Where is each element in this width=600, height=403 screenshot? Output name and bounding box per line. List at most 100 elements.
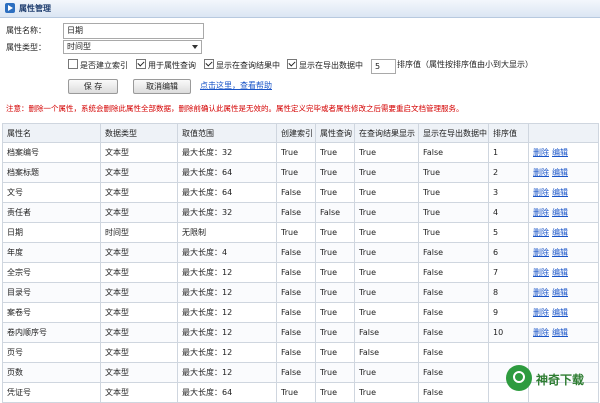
table-cell: False	[418, 342, 489, 363]
delete-link[interactable]: 删除	[533, 168, 549, 177]
table-row: 页号 文本型 最大长度：12 False True False False	[2, 342, 599, 363]
table-row: 全宗号 文本型 最大长度：12 False True True False 7 删除 编辑	[2, 262, 599, 283]
delete-link[interactable]: 删除	[533, 328, 549, 337]
edit-link[interactable]: 编辑	[552, 168, 568, 177]
table-cell: True	[354, 282, 419, 303]
table-cell: 最大长度：64	[177, 162, 277, 183]
table-cell: 文本型	[100, 322, 178, 343]
delete-link[interactable]: 删除	[533, 308, 549, 317]
table-cell: 档案编号	[2, 142, 101, 163]
edit-link[interactable]: 编辑	[552, 148, 568, 157]
help-link[interactable]: 点击这里，查看帮助	[200, 80, 272, 91]
delete-link[interactable]: 删除	[533, 188, 549, 197]
table-cell: 文本型	[100, 202, 178, 223]
table-cell: True	[315, 322, 355, 343]
delete-link[interactable]: 删除	[533, 208, 549, 217]
table-cell: 文本型	[100, 162, 178, 183]
cancel-edit-button[interactable]: 取消编辑	[133, 79, 191, 94]
edit-link[interactable]: 编辑	[552, 188, 568, 197]
table-cell: 案卷号	[2, 302, 101, 323]
column-header: 在查询结果显示	[354, 123, 419, 143]
table-cell: 3	[488, 182, 529, 203]
table-cell: 文本型	[100, 302, 178, 323]
checkbox-export[interactable]	[287, 59, 297, 69]
edit-link[interactable]: 编辑	[552, 308, 568, 317]
app-icon	[5, 3, 15, 13]
column-header: 属性名	[2, 123, 101, 143]
table-cell: 最大长度：32	[177, 142, 277, 163]
type-row: 属性类型：	[6, 41, 64, 55]
watermark-text: 神奇下载	[536, 373, 585, 387]
name-row: 属性名称：	[6, 24, 64, 38]
window-titlebar: 属性管理	[0, 0, 600, 18]
table-cell: False	[418, 242, 489, 263]
table-cell: False	[276, 182, 316, 203]
edit-link[interactable]: 编辑	[552, 248, 568, 257]
table-cell: 文本型	[100, 182, 178, 203]
table-cell: 页数	[2, 362, 101, 383]
save-button[interactable]: 保 存	[68, 79, 118, 94]
checkbox-results[interactable]	[204, 59, 214, 69]
table-row: 卷内顺序号 文本型 最大长度：12 False True False False 10 删除 编辑	[2, 322, 599, 343]
name-label: 属性名称：	[6, 26, 46, 35]
edit-link[interactable]: 编辑	[552, 288, 568, 297]
option-index[interactable]: 是否建立索引	[68, 59, 128, 71]
table-cell: True	[315, 282, 355, 303]
table-cell: 最大长度：4	[177, 242, 277, 263]
checkbox-query[interactable]	[136, 59, 146, 69]
checkbox-index[interactable]	[68, 59, 78, 69]
table-cell: True	[354, 222, 419, 243]
table-cell: False	[315, 202, 355, 223]
table-cell: True	[276, 142, 316, 163]
option-export[interactable]: 显示在导出数据中	[287, 59, 363, 71]
name-input[interactable]	[63, 23, 204, 39]
table-cell: False	[354, 342, 419, 363]
table-cell: 文本型	[100, 282, 178, 303]
type-select-value: 时间型	[67, 42, 91, 51]
option-query[interactable]: 用于属性查询	[136, 59, 196, 71]
table-cell: False	[418, 262, 489, 283]
sort-hint: 排序值（属性按排序值由小到大显示）	[397, 60, 533, 69]
row-actions: 删除 编辑	[528, 182, 599, 203]
option-export-label: 显示在导出数据中	[299, 61, 363, 70]
watermark-logo-icon	[506, 365, 532, 391]
delete-link[interactable]: 删除	[533, 148, 549, 157]
table-cell: True	[315, 142, 355, 163]
delete-link[interactable]: 删除	[533, 288, 549, 297]
table-cell: 文本型	[100, 262, 178, 283]
delete-link[interactable]: 删除	[533, 228, 549, 237]
table-cell: 9	[488, 302, 529, 323]
table-cell: 最大长度：12	[177, 342, 277, 363]
type-select[interactable]: 时间型	[63, 40, 202, 54]
edit-link[interactable]: 编辑	[552, 208, 568, 217]
table-cell: False	[418, 282, 489, 303]
table-cell: 最大长度：12	[177, 302, 277, 323]
table-cell: True	[354, 262, 419, 283]
table-cell: 最大长度：64	[177, 182, 277, 203]
row-actions: 删除 编辑	[528, 242, 599, 263]
delete-link[interactable]: 删除	[533, 248, 549, 257]
edit-link[interactable]: 编辑	[552, 268, 568, 277]
table-cell: False	[354, 322, 419, 343]
row-actions: 删除 编辑	[528, 142, 599, 163]
table-cell: 无限制	[177, 222, 277, 243]
table-cell: True	[315, 222, 355, 243]
delete-link[interactable]: 删除	[533, 268, 549, 277]
table-cell: 最大长度：12	[177, 262, 277, 283]
edit-link[interactable]: 编辑	[552, 228, 568, 237]
column-header: 创建索引	[276, 123, 316, 143]
option-results-label: 显示在查询结果中	[216, 61, 280, 70]
table-cell: False	[276, 302, 316, 323]
table-row: 文号 文本型 最大长度：64 False True True True 3 删除 编辑	[2, 182, 599, 203]
option-results[interactable]: 显示在查询结果中	[204, 59, 280, 71]
edit-link[interactable]: 编辑	[552, 328, 568, 337]
table-cell: False	[276, 262, 316, 283]
table-cell: True	[354, 182, 419, 203]
table-cell: True	[315, 182, 355, 203]
table-cell: True	[418, 222, 489, 243]
table-cell: True	[354, 202, 419, 223]
sort-input[interactable]	[371, 59, 396, 74]
table-cell: 全宗号	[2, 262, 101, 283]
table-cell	[488, 342, 529, 363]
table-cell: True	[315, 262, 355, 283]
